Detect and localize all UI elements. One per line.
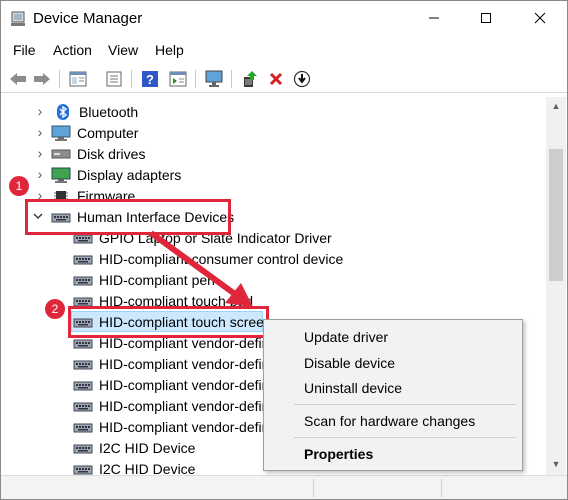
context-menu: Update driver Disable device Uninstall d… bbox=[263, 319, 523, 471]
menu-item-update-driver[interactable]: Update driver bbox=[304, 329, 388, 345]
step-badge-1: 1 bbox=[9, 176, 29, 196]
menu-item-uninstall-device[interactable]: Uninstall device bbox=[304, 380, 402, 396]
menu-item-disable-device[interactable]: Disable device bbox=[304, 355, 395, 371]
device-manager-window: Device Manager File Action View Help ? ›… bbox=[0, 0, 568, 500]
menu-item-scan-hardware[interactable]: Scan for hardware changes bbox=[304, 413, 475, 429]
menu-item-properties[interactable]: Properties bbox=[304, 446, 373, 462]
highlight-touch-screen bbox=[68, 306, 269, 338]
highlight-human-interface-devices bbox=[25, 199, 231, 235]
step-badge-2: 2 bbox=[45, 299, 65, 319]
